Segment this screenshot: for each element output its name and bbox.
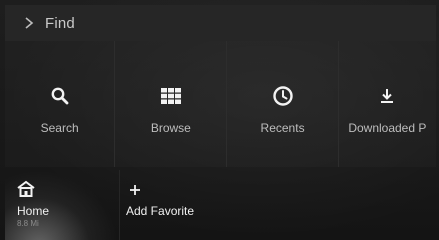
favorite-home-name: Home bbox=[17, 204, 50, 218]
find-actions: Search Browse Recents Downloaded P bbox=[5, 41, 436, 167]
recents-tile[interactable]: Recents bbox=[227, 41, 339, 167]
plus-icon bbox=[130, 185, 140, 195]
downloaded-label: Downloaded P bbox=[348, 121, 427, 135]
chevron-right-icon bbox=[25, 17, 34, 29]
search-icon bbox=[51, 87, 69, 105]
grid-icon bbox=[160, 88, 181, 104]
home-icon bbox=[17, 180, 35, 197]
favorites-row: Home 8.8 Mi Add Favorite bbox=[5, 170, 436, 240]
find-header[interactable]: Find bbox=[5, 5, 436, 41]
search-label: Search bbox=[40, 121, 79, 135]
page-title: Find bbox=[45, 14, 75, 32]
search-tile[interactable]: Search bbox=[5, 41, 116, 167]
recents-label: Recents bbox=[260, 121, 305, 135]
favorite-home-distance: 8.8 Mi bbox=[17, 219, 39, 228]
find-screen: Find Search Browse Recents Downloaded P … bbox=[0, 0, 439, 240]
downloaded-tile[interactable]: Downloaded P bbox=[339, 41, 436, 167]
download-icon bbox=[381, 89, 394, 103]
add-favorite-label: Add Favorite bbox=[126, 204, 195, 218]
browse-tile[interactable]: Browse bbox=[115, 41, 228, 167]
add-favorite-button[interactable]: Add Favorite bbox=[120, 170, 240, 240]
favorite-home[interactable]: Home 8.8 Mi bbox=[5, 170, 120, 240]
clock-icon bbox=[272, 86, 293, 106]
browse-label: Browse bbox=[150, 121, 191, 135]
